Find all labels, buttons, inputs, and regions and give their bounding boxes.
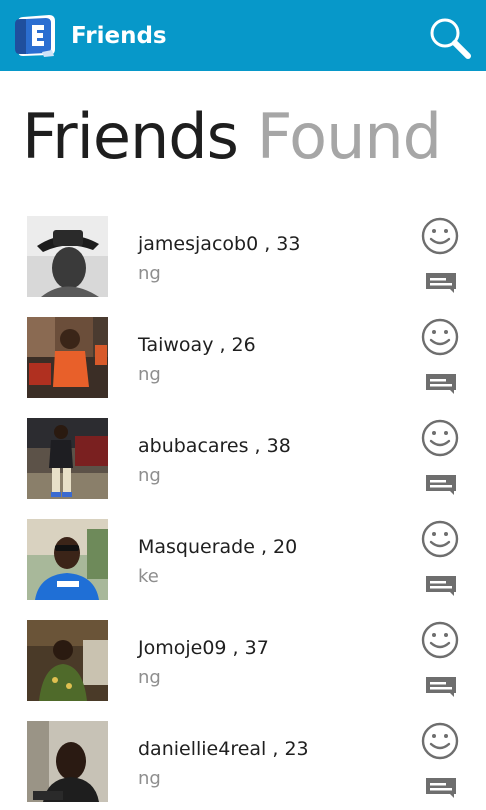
message-button[interactable] [424, 472, 458, 496]
message-button[interactable] [424, 674, 458, 698]
friend-row[interactable]: jamesjacob0 , 33 ng [0, 210, 486, 311]
smiley-button[interactable] [420, 721, 460, 761]
avatar[interactable] [27, 721, 108, 802]
avatar[interactable] [27, 317, 108, 398]
page-title-secondary: Found [256, 100, 442, 173]
smiley-button[interactable] [420, 519, 460, 559]
friend-name: daniellie4real , 23 [138, 738, 309, 760]
message-button[interactable] [424, 371, 458, 395]
smiley-icon [421, 217, 459, 255]
message-icon [426, 475, 456, 495]
friend-country: ng [138, 768, 161, 789]
app-bar: Friends [0, 0, 486, 71]
smiley-icon [421, 419, 459, 457]
smiley-icon [421, 520, 459, 558]
search-icon [430, 18, 471, 59]
friend-name: Jomoje09 , 37 [138, 637, 269, 659]
friend-country: ng [138, 263, 161, 284]
friend-country: ng [138, 364, 161, 385]
friend-name: abubacares , 38 [138, 435, 291, 457]
friend-row[interactable]: Masquerade , 20 ke [0, 513, 486, 614]
search-button[interactable] [428, 16, 472, 60]
message-button[interactable] [424, 573, 458, 597]
smiley-icon [421, 318, 459, 356]
friend-country: ng [138, 667, 161, 688]
friend-row[interactable]: Taiwoay , 26 ng [0, 311, 486, 412]
message-button[interactable] [424, 775, 458, 799]
message-icon [426, 374, 456, 394]
message-icon [426, 576, 456, 596]
avatar[interactable] [27, 418, 108, 499]
smiley-button[interactable] [420, 620, 460, 660]
friend-list: jamesjacob0 , 33 ng Taiwoay , 26 ng abub… [0, 210, 486, 810]
friend-row[interactable]: Jomoje09 , 37 ng [0, 614, 486, 715]
smiley-button[interactable] [420, 216, 460, 256]
message-button[interactable] [424, 270, 458, 294]
page-title-primary: Friends [22, 100, 239, 173]
app-title: Friends [71, 23, 167, 49]
app-logo-icon [12, 14, 58, 58]
avatar[interactable] [27, 519, 108, 600]
smiley-button[interactable] [420, 418, 460, 458]
smiley-icon [421, 722, 459, 760]
friend-row[interactable]: daniellie4real , 23 ng [0, 715, 486, 810]
avatar[interactable] [27, 620, 108, 701]
friend-row[interactable]: abubacares , 38 ng [0, 412, 486, 513]
friend-name: jamesjacob0 , 33 [138, 233, 301, 255]
app-screen: Friends Friends Found jamesjacob0 , 33 n… [0, 0, 486, 810]
message-icon [426, 778, 456, 798]
page-title: Friends Found [22, 98, 442, 176]
smiley-button[interactable] [420, 317, 460, 357]
avatar[interactable] [27, 216, 108, 297]
smiley-icon [421, 621, 459, 659]
friend-country: ke [138, 566, 159, 587]
message-icon [426, 677, 456, 697]
message-icon [426, 273, 456, 293]
friend-name: Masquerade , 20 [138, 536, 298, 558]
friend-country: ng [138, 465, 161, 486]
friend-name: Taiwoay , 26 [138, 334, 256, 356]
